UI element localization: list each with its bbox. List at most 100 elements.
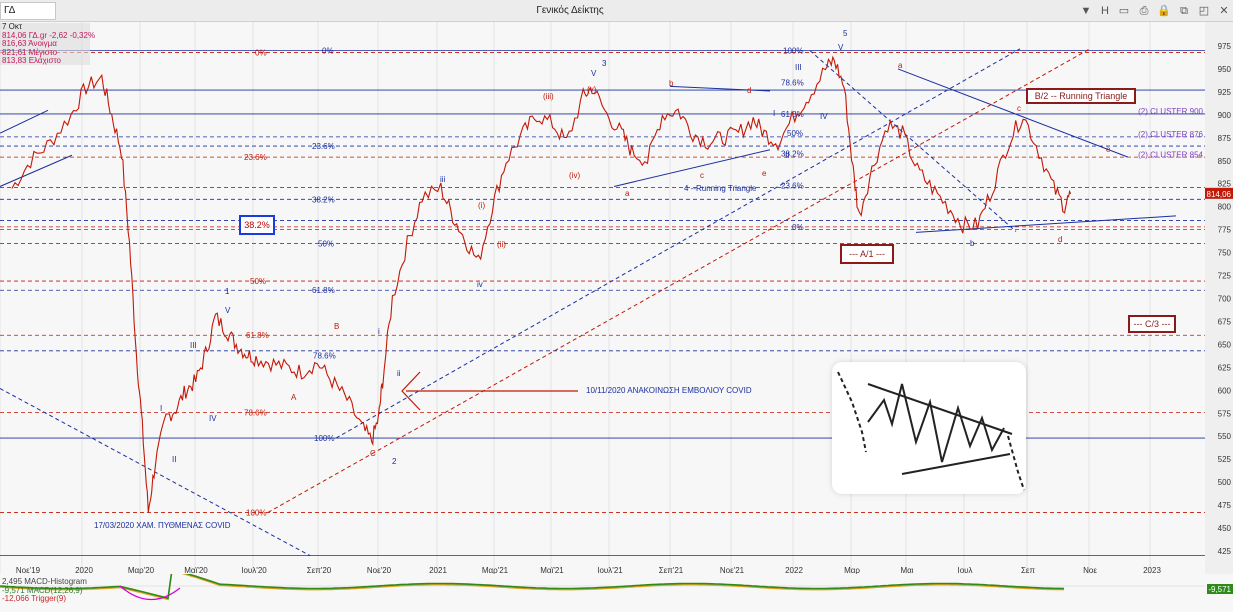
lock-icon[interactable]: 🔒	[1156, 3, 1172, 19]
wave-label: a	[898, 61, 903, 70]
wave-label: B	[334, 322, 339, 331]
y-tick-label: 525	[1218, 455, 1232, 464]
fib-label: 100%	[246, 508, 266, 517]
fib-label: 78.6%	[781, 79, 804, 88]
price-info-box: 7 Οκτ 814,06 ΓΔ.gr -2,62 -0,32% 816,63 Ά…	[0, 22, 95, 66]
wave-label: (i)	[478, 201, 485, 210]
fib-label: 100%	[783, 47, 803, 56]
wave-label: e	[762, 169, 767, 178]
x-tick-label: Μαρ	[844, 566, 860, 574]
y-tick-label: 700	[1218, 295, 1232, 304]
macd-value-tag: -9,571	[1208, 585, 1231, 594]
wave-label: (iv)	[569, 171, 580, 180]
wave-label: V	[225, 306, 231, 315]
wave-label: IV	[820, 112, 828, 121]
fib-label: 23.6%	[781, 182, 804, 191]
y-tick-label: 600	[1218, 386, 1232, 395]
fib-label: 50%	[250, 277, 266, 286]
vaccine-announcement-label: 10/11/2020 ΑΝΑΚΟΙΝΩΣΗ ΕΜΒΟΛΙΟΥ COVID	[586, 386, 752, 395]
x-tick-label: 2022	[785, 566, 803, 574]
wave-label: b	[970, 239, 975, 248]
wave-label: ii	[397, 369, 401, 378]
close-icon[interactable]: ✕	[1216, 3, 1232, 19]
x-tick-label: Σεπ'20	[307, 566, 332, 574]
fib-label: 50%	[318, 239, 334, 248]
x-tick-label: 2020	[75, 566, 93, 574]
x-tick-label: Μαρ'20	[128, 566, 155, 574]
macd-info: 2,495 MACD-Histogram -9,571 MACD(12,26,9…	[2, 577, 87, 604]
y-tick-label: 900	[1218, 111, 1232, 120]
a1-box: --- A/1 ---	[840, 244, 894, 264]
wave-label: C	[370, 449, 376, 458]
x-tick-label: Μαι	[900, 566, 913, 574]
wave-label: e	[1106, 145, 1111, 154]
wave-label: (ii)	[497, 240, 506, 249]
x-tick-label: Ιουλ'20	[241, 566, 267, 574]
cluster-label: (2) CLUSTER 900	[1138, 107, 1203, 116]
symbol-input[interactable]: ΓΔ	[0, 2, 56, 20]
wave-label: III	[795, 63, 802, 72]
x-tick-label: Ιουλ'21	[597, 566, 623, 574]
x-tick-label: Νοε'21	[720, 566, 745, 574]
h-button[interactable]: H	[1097, 3, 1113, 19]
fib-label: 0%	[792, 223, 804, 232]
y-tick-label: 850	[1218, 157, 1232, 166]
fib-label: 61.8%	[246, 331, 269, 340]
y-tick-label: 875	[1218, 134, 1232, 143]
wave-label: b	[669, 79, 674, 88]
maximize-icon[interactable]: ◰	[1196, 3, 1212, 19]
info-low: 813,83 Ελάχιστο	[2, 56, 61, 66]
wave-label: 1	[225, 287, 230, 296]
y-tick-label: 975	[1218, 42, 1232, 51]
wave-label: (v)	[587, 85, 597, 94]
running-triangle-label: 4 --Running Triangle	[684, 184, 757, 193]
wave-label: V	[838, 43, 844, 52]
fib-label: 78.6%	[244, 408, 267, 417]
macd-trigger-label: -12,066 Trigger(9)	[2, 594, 67, 603]
wave-label: I	[773, 109, 775, 118]
y-tick-label: 775	[1218, 226, 1232, 235]
wave-label: 2	[392, 457, 397, 466]
wave-label: 3	[602, 59, 607, 68]
b2-running-triangle-box: B/2 -- Running Triangle	[1026, 88, 1136, 104]
price-chart[interactable]: 0% 0%23.6%23.6%38.2%50%50%61.8%78.6%100%1…	[0, 22, 1233, 574]
y-tick-label: 825	[1218, 180, 1232, 189]
y-tick-label: 800	[1218, 203, 1232, 212]
covid-bottom-label: 17/03/2020 ΧΑΜ. ΠΥΘΜΕΝΑΣ COVID	[94, 521, 231, 530]
y-tick-label: 550	[1218, 432, 1232, 441]
y-tick-label: 675	[1218, 317, 1232, 326]
wave-label: i	[378, 327, 380, 336]
y-tick-label: 650	[1218, 340, 1232, 349]
y-tick-label: 725	[1218, 272, 1232, 281]
x-tick-label: Ιουλ	[957, 566, 972, 574]
fib-label: 100%	[314, 434, 334, 443]
fib-label: 78.6%	[313, 351, 336, 360]
x-tick-label: Μαϊ'21	[540, 566, 564, 574]
price-tag: 814,06	[1207, 190, 1232, 199]
wave-label: iv	[477, 280, 483, 289]
fib-label: 0%	[255, 48, 267, 57]
cluster-label: (2) CLUSTER 854	[1138, 150, 1203, 159]
y-tick-label: 575	[1218, 409, 1232, 418]
y-tick-label: 750	[1218, 249, 1232, 258]
fib-label: 38.2%	[312, 195, 335, 204]
window-icon[interactable]: ▭	[1116, 3, 1132, 19]
x-tick-label: 2021	[429, 566, 447, 574]
wave-label: 5	[843, 29, 848, 38]
x-tick-label: Μαρ'21	[482, 566, 509, 574]
fib-label: 61.8%	[312, 286, 335, 295]
fib-38-blue-box: 38.2%	[239, 215, 275, 235]
title-bar: ΓΔ Γενικός Δείκτης ▼ H ▭ ⎙ 🔒 ⧉ ◰ ✕	[0, 0, 1233, 22]
cluster-label: (2) CLUSTER 876	[1138, 130, 1203, 139]
wave-label: III	[190, 341, 197, 350]
print-icon[interactable]: ⎙	[1136, 3, 1152, 19]
dropdown-chevron-icon[interactable]: ▼	[1078, 3, 1094, 19]
y-tick-label: 500	[1218, 478, 1232, 487]
y-tick-label: 475	[1218, 501, 1232, 510]
wave-label: a	[625, 189, 630, 198]
x-tick-label: Σεπ'21	[659, 566, 684, 574]
restore-icon[interactable]: ⧉	[1176, 3, 1192, 19]
x-tick-label: Νοε	[1083, 566, 1097, 574]
triangle-sketch-image	[832, 362, 1026, 494]
y-tick-label: 450	[1218, 524, 1232, 533]
